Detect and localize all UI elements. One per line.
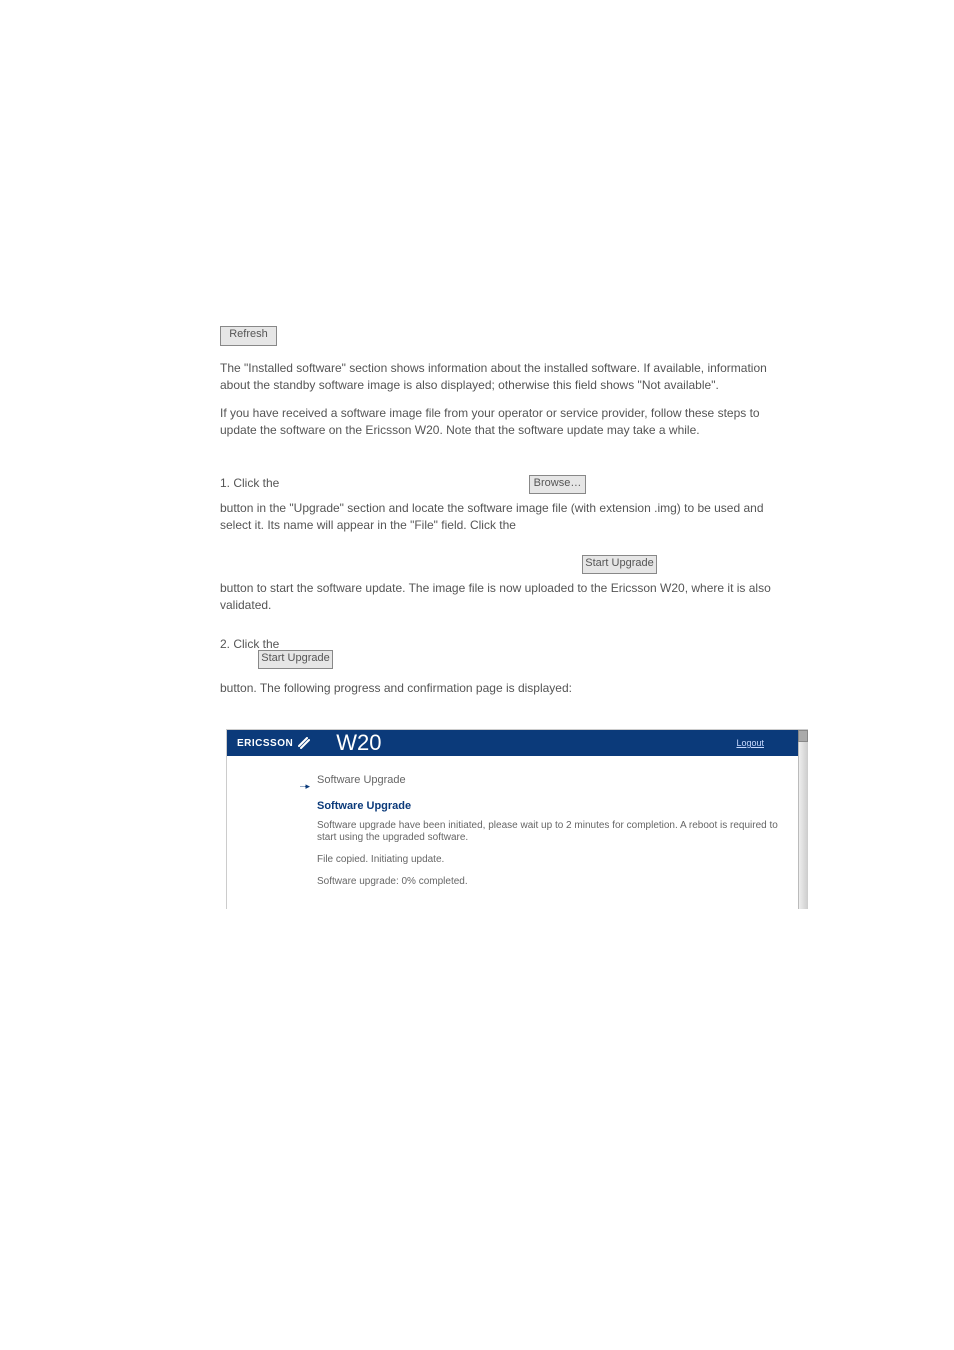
step-1-body-2: button to start the software update. The… [220, 580, 780, 614]
step-1-lead: 1. Click the [220, 475, 279, 492]
step-1-body: button in the "Upgrade" section and loca… [220, 500, 780, 534]
start-upgrade-button[interactable]: Start Upgrade [582, 555, 657, 574]
logout-link[interactable]: Logout [736, 738, 764, 748]
browse-button[interactable]: Browse… [529, 475, 586, 494]
start-upgrade-button-2[interactable]: Start Upgrade [258, 650, 333, 669]
router-nav: ···▸ [227, 774, 317, 898]
status-message-2: File copied. Initiating update. [317, 854, 778, 866]
brand-text: ERICSSON [237, 738, 293, 749]
model-label: W20 [336, 730, 381, 756]
brand-logo-icon [298, 737, 310, 749]
paragraph-installed-software: The "Installed software" section shows i… [220, 360, 780, 394]
scroll-thumb[interactable] [798, 730, 808, 742]
scrollbar[interactable] [798, 730, 808, 909]
paragraph-upgrade-intro: If you have received a software image fi… [220, 405, 780, 439]
page-heading: Software Upgrade [317, 800, 778, 812]
refresh-button[interactable]: Refresh [220, 326, 277, 346]
status-message-1: Software upgrade have been initiated, pl… [317, 820, 778, 844]
nav-arrow-icon: ···▸ [299, 781, 309, 791]
breadcrumb: Software Upgrade [317, 774, 778, 786]
router-header: ERICSSON W20 Logout [227, 730, 808, 756]
status-message-3: Software upgrade: 0% completed. [317, 876, 778, 888]
router-main: Software Upgrade Software Upgrade Softwa… [317, 774, 808, 898]
step-2-body: button. The following progress and confi… [220, 680, 780, 697]
brand-block: ERICSSON [227, 730, 320, 756]
router-screenshot: ERICSSON W20 Logout ···▸ Software Upgrad… [226, 729, 808, 909]
router-body: ···▸ Software Upgrade Software Upgrade S… [227, 756, 808, 898]
